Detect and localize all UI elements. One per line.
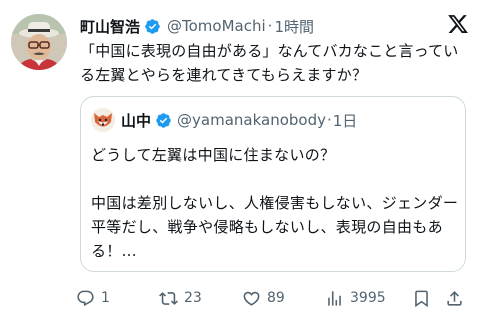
reply-icon: [77, 290, 94, 306]
verified-badge-icon: [156, 112, 171, 128]
dot-separator: ·: [326, 111, 332, 129]
reply-count: 1: [101, 290, 110, 306]
author-avatar[interactable]: [11, 14, 67, 70]
quoted-text-line: 中国は差別しないし、人権侵害もしない、ジェンダー平等だし、戦争や侵略もしないし、…: [91, 194, 459, 260]
views-count: 3995: [350, 290, 386, 306]
quoted-author-handle[interactable]: @yamanakanobody: [177, 111, 326, 129]
quoted-avatar: [91, 108, 115, 132]
bookmark-icon: [415, 290, 428, 307]
author-name[interactable]: 町山智浩: [80, 16, 140, 37]
like-count: 89: [267, 290, 285, 306]
share-button[interactable]: [445, 286, 464, 310]
bookmark-button[interactable]: [412, 286, 431, 310]
reply-button[interactable]: 1: [76, 286, 110, 310]
like-button[interactable]: 89: [242, 286, 285, 310]
like-icon: [243, 291, 260, 306]
quoted-time[interactable]: 1日: [333, 110, 358, 131]
tweet-header: 町山智浩 @TomoMachi · 1時間: [80, 15, 314, 37]
retweet-button[interactable]: 23: [159, 286, 202, 310]
action-bar: 1 23 89 3995: [76, 286, 476, 310]
quoted-text-line: どうして左翼は中国に住まないの？: [91, 146, 336, 164]
verified-badge-icon: [145, 18, 160, 34]
author-handle[interactable]: @TomoMachi: [167, 17, 266, 35]
retweet-icon: [159, 291, 178, 305]
views-icon: [328, 290, 341, 306]
quoted-header: 山中 @yamanakanobody · 1日: [91, 108, 357, 132]
quoted-author-name[interactable]: 山中: [121, 110, 151, 131]
quoted-text: どうして左翼は中国に住まないの？ 中国は差別しないし、人権侵害もしない、ジェンダ…: [91, 143, 459, 263]
quoted-tweet[interactable]: 山中 @yamanakanobody · 1日 どうして左翼は中国に住まないの？…: [80, 96, 466, 272]
tweet-text: 「中国に表現の自由がある」なんてバカなこと言っている左翼とやらを連れてきてもらえ…: [80, 42, 459, 84]
tweet-time[interactable]: 1時間: [274, 16, 314, 37]
views-button[interactable]: 3995: [325, 286, 386, 310]
x-logo-icon[interactable]: [447, 13, 469, 35]
retweet-count: 23: [184, 290, 202, 306]
share-icon: [447, 290, 462, 306]
dot-separator: ·: [267, 17, 273, 35]
